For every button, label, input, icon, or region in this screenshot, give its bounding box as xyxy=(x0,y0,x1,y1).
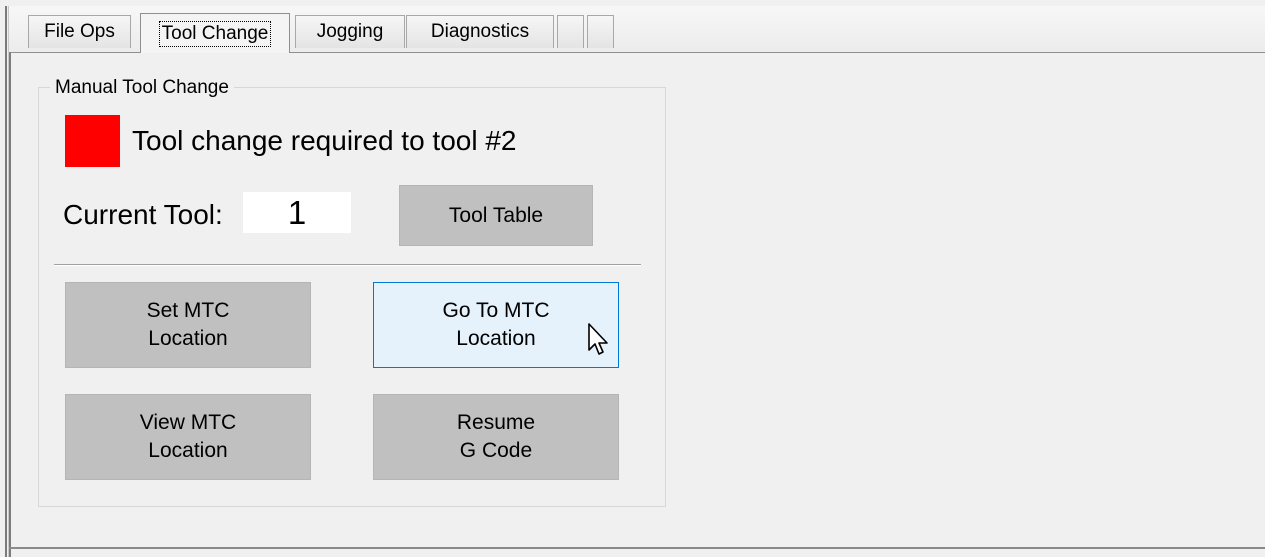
tab-extra-2[interactable] xyxy=(587,15,614,48)
go-to-mtc-location-button[interactable]: Go To MTC Location xyxy=(373,282,619,368)
set-mtc-location-button[interactable]: Set MTC Location xyxy=(65,282,311,368)
tab-diagnostics[interactable]: Diagnostics xyxy=(406,15,554,48)
tool-table-button[interactable]: Tool Table xyxy=(399,185,593,246)
view-mtc-location-button[interactable]: View MTC Location xyxy=(65,394,311,480)
tab-label: Tool Change xyxy=(158,20,272,47)
current-tool-field[interactable]: 1 xyxy=(243,192,351,233)
tab-label: Jogging xyxy=(316,21,384,42)
tab-label: File Ops xyxy=(44,21,115,42)
window-border xyxy=(5,6,7,557)
app-window: File Ops Tool Change Jogging Diagnostics… xyxy=(0,0,1265,557)
tab-tool-change[interactable]: Tool Change xyxy=(140,13,290,53)
resume-g-code-button[interactable]: Resume G Code xyxy=(373,394,619,480)
tab-extra-1[interactable] xyxy=(557,15,584,48)
tab-file-ops[interactable]: File Ops xyxy=(28,15,131,48)
group-title: Manual Tool Change xyxy=(50,76,234,100)
tool-change-status-message: Tool change required to tool #2 xyxy=(132,125,517,156)
tab-label: Diagnostics xyxy=(430,21,530,42)
tab-jogging[interactable]: Jogging xyxy=(295,15,405,48)
tool-change-status-indicator xyxy=(65,115,120,167)
panel-bottom-border xyxy=(9,547,1265,550)
section-divider xyxy=(54,264,641,266)
current-tool-label: Current Tool: xyxy=(63,199,223,230)
arrow-pointer-icon xyxy=(588,323,608,355)
